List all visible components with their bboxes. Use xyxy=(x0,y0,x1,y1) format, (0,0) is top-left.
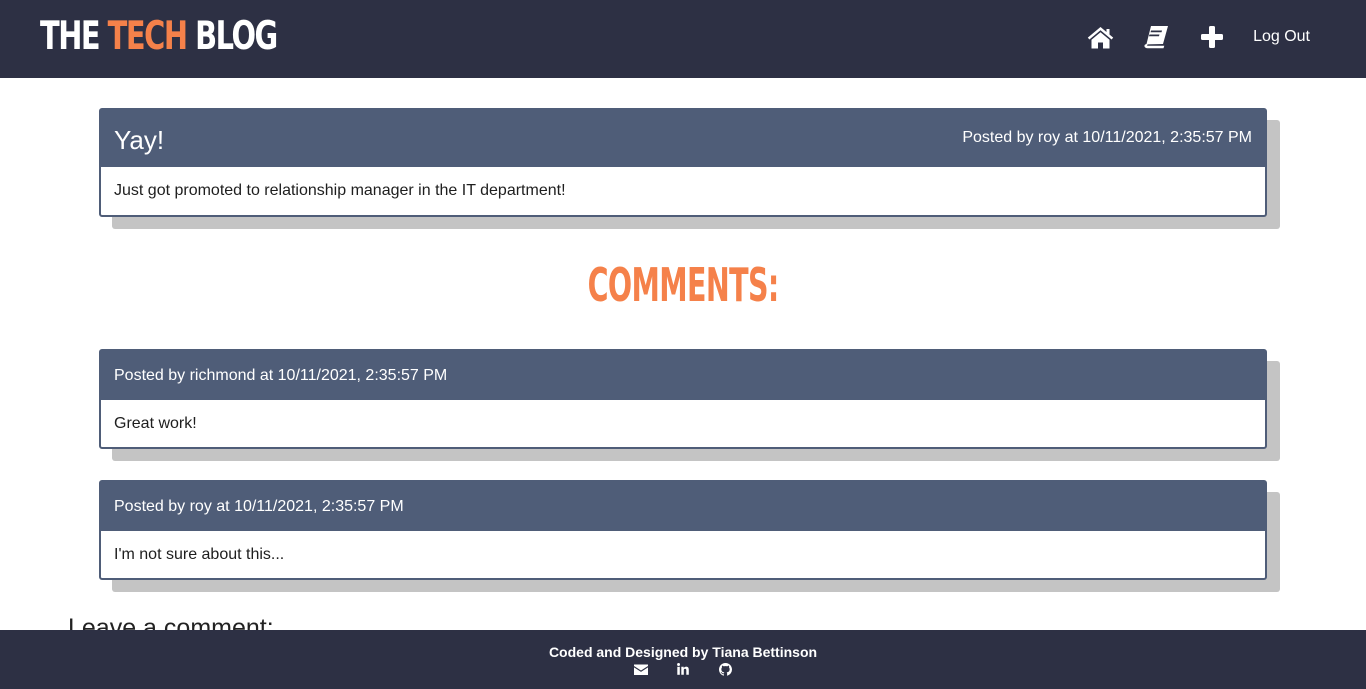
logout-link[interactable]: Log Out xyxy=(1253,28,1310,46)
post-title: Yay! xyxy=(114,125,165,155)
linkedin-icon[interactable] xyxy=(676,662,690,676)
plus-icon[interactable] xyxy=(1197,22,1227,52)
comment-body: Great work! xyxy=(114,414,197,432)
comment-card: Posted by richmond at 10/11/2021, 2:35:5… xyxy=(99,349,1267,449)
comment-card: Posted by roy at 10/11/2021, 2:35:57 PM … xyxy=(99,480,1267,580)
post-card: Yay! Posted by roy at 10/11/2021, 2:35:5… xyxy=(99,108,1267,217)
comment-body: I'm not sure about this... xyxy=(114,545,285,563)
logo-text-blog: BLOG xyxy=(186,14,278,59)
comment-meta: Posted by roy at 10/11/2021, 2:35:57 PM xyxy=(101,482,1265,531)
top-navbar: THE TECH BLOG Log Out xyxy=(0,0,1366,78)
main-nav: Log Out xyxy=(1059,21,1310,53)
footer-social-links xyxy=(0,662,1366,676)
post-meta: Posted by roy at 10/11/2021, 2:35:57 PM xyxy=(962,129,1252,146)
logo-text-the: THE xyxy=(40,14,108,59)
comment-meta: Posted by richmond at 10/11/2021, 2:35:5… xyxy=(101,351,1265,400)
logo-text-tech: TECH xyxy=(107,14,188,59)
post-header: Yay! Posted by roy at 10/11/2021, 2:35:5… xyxy=(101,110,1265,167)
post-body: Just got promoted to relationship manage… xyxy=(114,182,566,199)
home-icon[interactable] xyxy=(1085,22,1115,52)
comments-heading-text: COMMENTS: xyxy=(587,258,779,312)
footer-credit: Coded and Designed by Tiana Bettinson xyxy=(548,644,818,660)
github-icon[interactable] xyxy=(718,662,732,676)
book-icon[interactable] xyxy=(1141,22,1171,52)
footer: Coded and Designed by Tiana Bettinson xyxy=(0,630,1366,689)
envelope-icon[interactable] xyxy=(634,662,648,676)
site-logo[interactable]: THE TECH BLOG xyxy=(40,14,278,60)
comments-heading: COMMENTS: xyxy=(0,256,1366,314)
